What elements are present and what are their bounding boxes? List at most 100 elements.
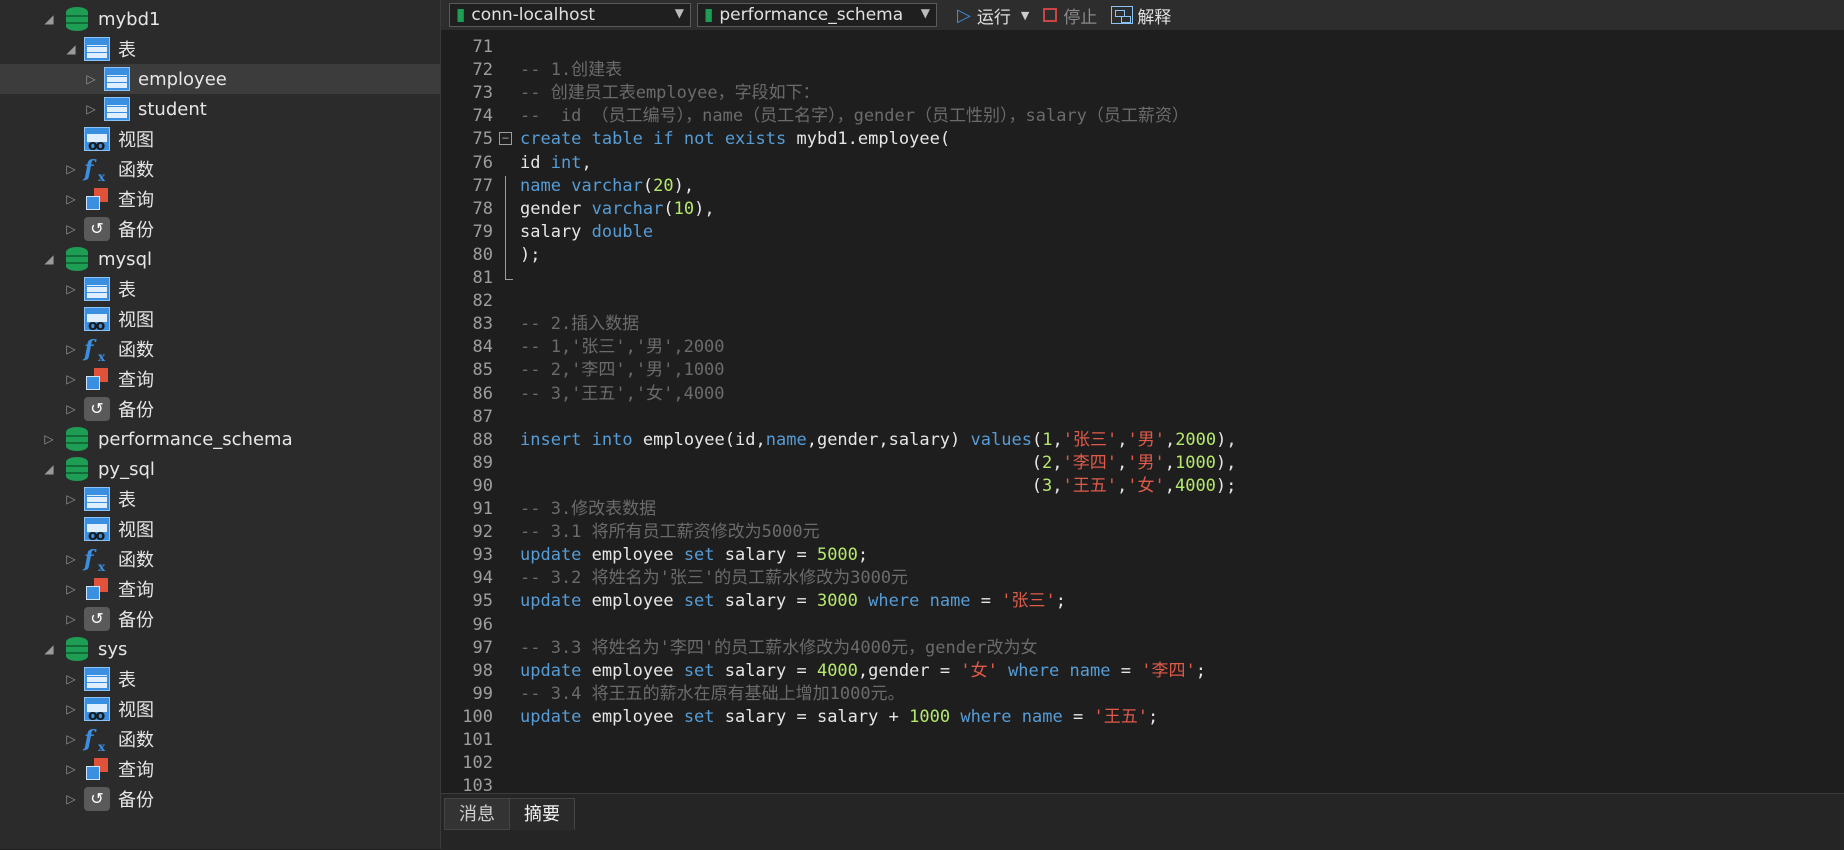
expand-arrow-icon[interactable]: ▷: [82, 72, 100, 86]
query-icon: [84, 757, 110, 781]
object-tree-sidebar[interactable]: ◢ mybd1 ◢ 表 ▷ employee ▷ student 视图 ▷ fx…: [0, 0, 441, 849]
tree-item-functions[interactable]: ▷ fx 函数: [0, 154, 440, 184]
expand-arrow-icon[interactable]: ▷: [62, 672, 80, 686]
expand-arrow-icon[interactable]: ▷: [62, 342, 80, 356]
backup-icon: ↺: [84, 397, 110, 421]
tree-item-sys[interactable]: ◢ sys: [0, 634, 440, 664]
tree-item-functions[interactable]: ▷ fx 函数: [0, 544, 440, 574]
expand-arrow-icon[interactable]: ▷: [62, 702, 80, 716]
explain-button[interactable]: 解释: [1111, 3, 1171, 28]
tree-item-backups[interactable]: ▷ ↺ 备份: [0, 784, 440, 814]
view-icon: [84, 127, 110, 154]
expand-arrow-icon[interactable]: ▷: [62, 402, 80, 416]
expand-arrow-icon[interactable]: ▷: [62, 162, 80, 176]
tree-item-views[interactable]: 视图: [0, 124, 440, 154]
sql-editor[interactable]: 71 72 -- 1.创建表 73 -- 创建员工表employee，字段如下： 74 --…: [441, 30, 1844, 793]
function-icon: fx: [84, 336, 106, 364]
code-text: -- 2.插入数据: [520, 314, 640, 335]
tree-item-views[interactable]: 视图: [0, 514, 440, 544]
tree-item-py-sql[interactable]: ◢ py_sql: [0, 454, 440, 484]
tree-item-label: performance_schema: [98, 428, 293, 450]
expand-arrow-icon[interactable]: ▷: [62, 582, 80, 596]
result-panel: 消息 摘要: [441, 793, 1844, 850]
database-icon: [66, 457, 88, 481]
code-text: -- 3.3 将姓名为'李四'的员工薪水修改为4000元，gender改为女: [520, 637, 1038, 658]
connection-select[interactable]: ▮ conn-localhost ▼: [449, 3, 691, 27]
query-icon: [84, 187, 110, 211]
expand-arrow-icon[interactable]: ▷: [82, 102, 100, 116]
tree-item-tables[interactable]: ▷ 表: [0, 484, 440, 514]
code-text: update employee set salary = 4000,gender…: [520, 660, 1206, 681]
expand-arrow-icon[interactable]: ▷: [62, 732, 80, 746]
line-number: 91: [472, 499, 493, 519]
line-number: 97: [472, 637, 493, 658]
expand-arrow-icon[interactable]: ▷: [62, 192, 80, 206]
tree-item-backups[interactable]: ▷ ↺ 备份: [0, 394, 440, 424]
tree-item-label: 备份: [118, 220, 154, 241]
collapse-arrow-icon[interactable]: ◢: [40, 462, 58, 476]
code-text: -- 3,'王五','女',4000: [520, 383, 725, 404]
tree-item-label: 备份: [118, 400, 154, 421]
tree-item-tables[interactable]: ◢ 表: [0, 34, 440, 64]
tree-item-employee[interactable]: ▷ employee: [0, 64, 440, 94]
tree-item-label: mybd1: [98, 8, 161, 30]
fold-toggle-icon[interactable]: −: [499, 132, 512, 146]
line-number: 72: [472, 60, 493, 81]
tree-item-queries[interactable]: ▷ 查询: [0, 184, 440, 214]
line-number: 93: [472, 545, 493, 566]
tree-item-label: 视图: [118, 310, 154, 331]
tree-item-mysql[interactable]: ◢ mysql: [0, 244, 440, 274]
tree-item-queries[interactable]: ▷ 查询: [0, 574, 440, 604]
tab-summary[interactable]: 摘要: [509, 798, 575, 830]
expand-arrow-icon[interactable]: ▷: [62, 792, 80, 806]
tree-item-functions[interactable]: ▷ fx 函数: [0, 334, 440, 364]
code-text: salary double: [520, 221, 654, 242]
tree-item-views[interactable]: ▷ 视图: [0, 694, 440, 724]
tree-item-label: 函数: [118, 160, 154, 181]
expand-arrow-icon[interactable]: ▷: [62, 552, 80, 566]
tab-messages[interactable]: 消息: [444, 798, 510, 830]
schema-select[interactable]: ▮ performance_schema ▼: [697, 3, 937, 27]
tree-item-tables[interactable]: ▷ 表: [0, 664, 440, 694]
tree-item-functions[interactable]: ▷ fx 函数: [0, 724, 440, 754]
collapse-arrow-icon[interactable]: ◢: [40, 642, 58, 656]
tree-item-student[interactable]: ▷ student: [0, 94, 440, 124]
expand-arrow-icon[interactable]: ▷: [62, 612, 80, 626]
tree-item-views[interactable]: 视图: [0, 304, 440, 334]
stop-button[interactable]: 停止: [1043, 3, 1097, 28]
line-number: 83: [472, 314, 493, 335]
backup-icon: ↺: [84, 217, 110, 241]
tree-item-performance-schema[interactable]: ▷ performance_schema: [0, 424, 440, 454]
run-label: 运行: [976, 7, 1011, 28]
table-icon: [84, 277, 110, 301]
code-text: -- 3.1 将所有员工薪资修改为5000元: [520, 522, 820, 543]
connection-icon: ▮: [456, 5, 466, 25]
expand-arrow-icon[interactable]: ▷: [62, 222, 80, 236]
tree-item-backups[interactable]: ▷ ↺ 备份: [0, 604, 440, 634]
collapse-arrow-icon[interactable]: ◢: [40, 252, 58, 266]
tree-item-mybd1[interactable]: ◢ mybd1: [0, 4, 440, 34]
expand-arrow-icon[interactable]: ▷: [62, 492, 80, 506]
line-number: 95: [472, 591, 493, 612]
tree-item-backups[interactable]: ▷ ↺ 备份: [0, 214, 440, 244]
collapse-arrow-icon[interactable]: ◢: [62, 42, 80, 56]
expand-arrow-icon[interactable]: ▷: [62, 372, 80, 386]
tree-item-label: 函数: [118, 340, 154, 361]
tree-item-label: 表: [118, 490, 136, 511]
tree-item-label: 查询: [118, 580, 154, 601]
tree-item-queries[interactable]: ▷ 查询: [0, 364, 440, 394]
tree-item-label: 函数: [118, 730, 154, 751]
collapse-arrow-icon[interactable]: ◢: [40, 12, 58, 26]
expand-arrow-icon[interactable]: ▷: [62, 762, 80, 776]
code-text: );: [520, 244, 541, 265]
expand-arrow-icon[interactable]: ▷: [62, 282, 80, 296]
schema-value: performance_schema: [719, 5, 904, 25]
table-icon: [84, 487, 110, 511]
expand-arrow-icon[interactable]: ▷: [40, 432, 58, 446]
tree-item-tables[interactable]: ▷ 表: [0, 274, 440, 304]
code-text: name varchar(20),: [520, 175, 695, 196]
tree-item-queries[interactable]: ▷ 查询: [0, 754, 440, 784]
run-dropdown-icon[interactable]: ▼: [1021, 9, 1029, 22]
run-button[interactable]: ▷ 运行 ▼: [957, 3, 1029, 28]
line-number: 100: [462, 706, 493, 727]
